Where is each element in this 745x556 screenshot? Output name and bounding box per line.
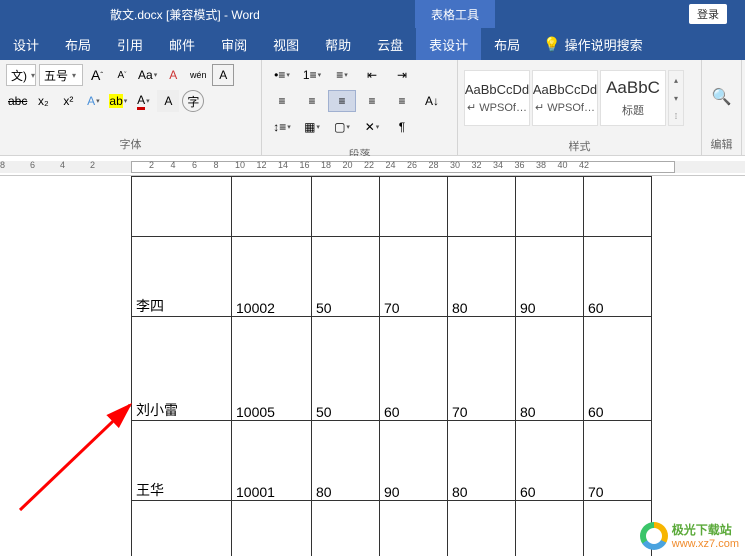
font-group-label: 字体 [0,134,261,155]
align-distribute-button[interactable]: ≡ [388,90,416,112]
indent-decrease-button[interactable]: ⇤ [358,64,386,86]
highlight-button[interactable]: ab▾ [107,90,129,112]
char-border-button[interactable]: A [212,64,234,86]
grow-font-button[interactable]: Aˆ [86,64,108,86]
ruler-tick: 6 [30,160,35,170]
tab-cloud[interactable]: 云盘 [364,28,416,60]
watermark-logo-icon [640,522,668,550]
subscript-button[interactable]: x₂ [32,90,54,112]
tab-review[interactable]: 审阅 [208,28,260,60]
ribbon-group-paragraph: •≡▾ 1≡▾ ≡▾ ⇤ ⇥ ≡ ≡ ≡ ≡ ≡ A↓ ↕≡▾ ▦▾ ▢▾ ✕▾… [262,60,458,155]
ruler-tick: 2 [90,160,95,170]
ruler-tick: 20 [343,160,353,170]
ribbon-group-edit: 🔍 编辑 [702,60,742,155]
tab-help[interactable]: 帮助 [312,28,364,60]
ruler-tick: 36 [515,160,525,170]
ruler-tick: 2 [149,160,154,170]
ribbon-group-styles: AaBbCcDd ↵ WPSOf… AaBbCcDd ↵ WPSOf… AaBb… [458,60,702,155]
find-button[interactable]: 🔍 [710,86,734,108]
shading-button[interactable]: ▦▾ [298,116,326,138]
styles-group-label: 样式 [458,136,701,157]
ruler-tick: 8 [0,160,5,170]
ruler-tick: 32 [472,160,482,170]
ruler-tick: 4 [60,160,65,170]
tab-table-layout[interactable]: 布局 [481,28,533,60]
enclosed-char-button[interactable]: 字 [182,90,204,112]
align-right-button[interactable]: ≡ [328,90,356,112]
ruler-tick: 16 [300,160,310,170]
sort-button[interactable]: A↓ [418,90,446,112]
align-justify-button[interactable]: ≡ [358,90,386,112]
styles-more-button[interactable]: ▴▾⁞ [668,70,684,126]
search-placeholder: 操作说明搜索 [565,35,643,54]
title-bar: 散文.docx [兼容模式] - Word 表格工具 登录 [0,0,745,28]
show-marks-button[interactable]: ¶ [388,116,416,138]
tab-design[interactable]: 设计 [0,28,52,60]
table-row: 刘小雷 10005 50 60 70 80 60 [132,317,652,421]
watermark: 极光下载站 www.xz7.com [640,521,739,550]
clear-format-button[interactable]: A [162,64,184,86]
font-size-combo[interactable]: 五号▾ [39,64,83,86]
ribbon: 文)▾ 五号▾ Aˆ Aˇ Aa▾ A wén A abc x₂ x² A▾ a… [0,60,745,156]
table-row: 王华 10001 80 90 80 60 70 [132,421,652,501]
contextual-tab-label: 表格工具 [415,0,495,28]
numbering-button[interactable]: 1≡▾ [298,64,326,86]
ruler-tick: 18 [321,160,331,170]
ruler-tick: 26 [407,160,417,170]
shrink-font-button[interactable]: Aˇ [111,64,133,86]
document-area[interactable]: 李四 10002 50 70 80 90 60 刘小雷 10005 50 60 … [0,176,745,556]
annotation-arrow-icon [15,390,145,520]
ruler-tick: 6 [192,160,197,170]
multilevel-button[interactable]: ≡▾ [328,64,356,86]
table-row: 肖茜 10007 50 60 80 90 60 [132,501,652,556]
ruler-tick: 38 [536,160,546,170]
ruler-tick: 40 [558,160,568,170]
horizontal-ruler[interactable]: 8642246810121416182022242628303234363840… [0,156,745,176]
table-row: 李四 10002 50 70 80 90 60 [132,237,652,317]
ruler-tick: 8 [214,160,219,170]
login-button[interactable]: 登录 [689,4,727,24]
tab-layout[interactable]: 布局 [52,28,104,60]
font-name-combo[interactable]: 文)▾ [6,64,36,86]
ruler-tick: 4 [171,160,176,170]
align-center-button[interactable]: ≡ [298,90,326,112]
superscript-button[interactable]: x² [57,90,79,112]
tab-view[interactable]: 视图 [260,28,312,60]
phonetic-guide-button[interactable]: wén [187,64,209,86]
ruler-tick: 34 [493,160,503,170]
tell-me-search[interactable]: 💡 操作说明搜索 [543,35,642,54]
asian-layout-button[interactable]: ✕▾ [358,116,386,138]
ruler-tick: 22 [364,160,374,170]
tab-references[interactable]: 引用 [104,28,156,60]
ruler-tick: 12 [257,160,267,170]
style-item[interactable]: AaBbCcDd ↵ WPSOf… [532,70,598,126]
ruler-tick: 14 [278,160,288,170]
edit-group-label: 编辑 [702,134,741,155]
change-case-button[interactable]: Aa▾ [136,64,159,86]
line-spacing-button[interactable]: ↕≡▾ [268,116,296,138]
font-color-button[interactable]: A▾ [132,90,154,112]
indent-increase-button[interactable]: ⇥ [388,64,416,86]
ribbon-group-font: 文)▾ 五号▾ Aˆ Aˇ Aa▾ A wén A abc x₂ x² A▾ a… [0,60,262,155]
tab-table-design[interactable]: 表设计 [416,28,481,60]
ruler-tick: 42 [579,160,589,170]
ruler-tick: 30 [450,160,460,170]
ribbon-tabs: 设计 布局 引用 邮件 审阅 视图 帮助 云盘 表设计 布局 💡 操作说明搜索 [0,28,745,60]
ruler-tick: 10 [235,160,245,170]
char-shading-button[interactable]: A [157,90,179,112]
data-table[interactable]: 李四 10002 50 70 80 90 60 刘小雷 10005 50 60 … [131,176,652,556]
document-title: 散文.docx [兼容模式] - Word [110,6,260,23]
strike-button[interactable]: abc [6,90,29,112]
text-effects-button[interactable]: A▾ [82,90,104,112]
tab-mailings[interactable]: 邮件 [156,28,208,60]
align-left-button[interactable]: ≡ [268,90,296,112]
ruler-tick: 24 [386,160,396,170]
bullets-button[interactable]: •≡▾ [268,64,296,86]
ruler-tick: 28 [429,160,439,170]
style-item[interactable]: AaBbCcDd ↵ WPSOf… [464,70,530,126]
lightbulb-icon: 💡 [543,36,560,53]
style-item[interactable]: AaBbC 标题 [600,70,666,126]
borders-button[interactable]: ▢▾ [328,116,356,138]
